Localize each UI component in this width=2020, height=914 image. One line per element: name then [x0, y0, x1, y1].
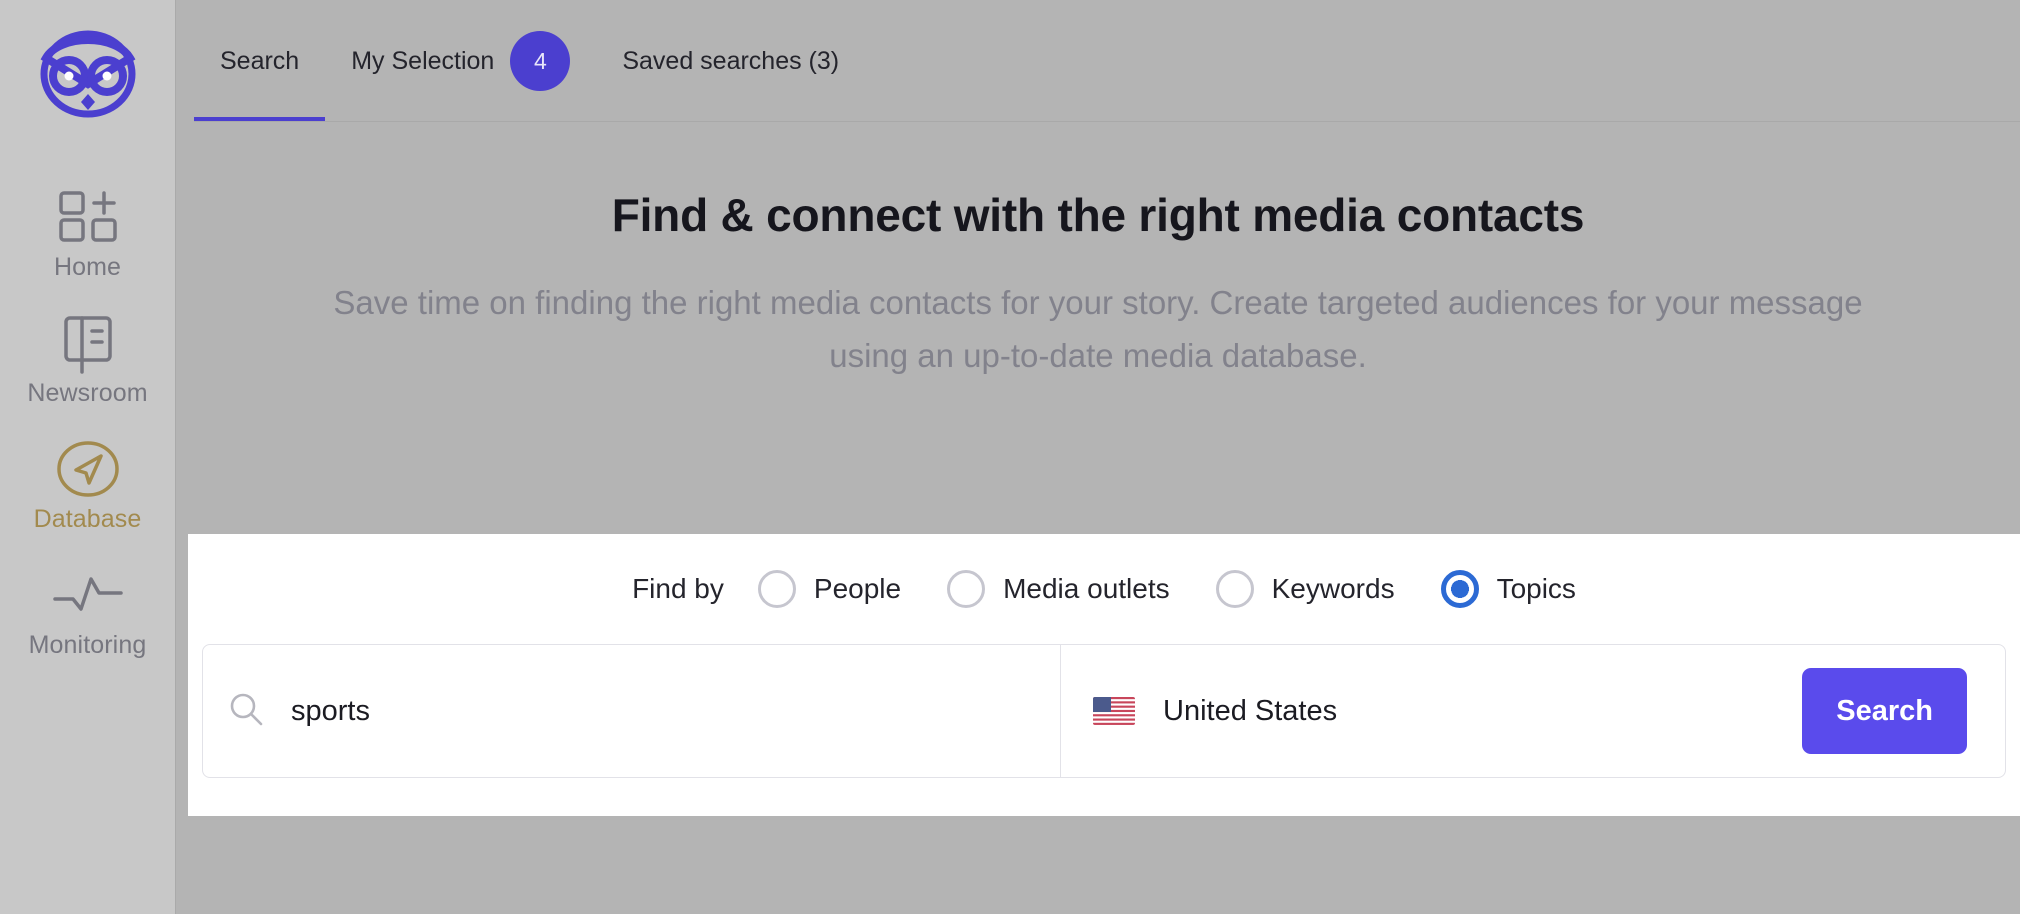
tab-label: Search	[220, 47, 299, 76]
tab-label: Saved searches (3)	[622, 47, 839, 76]
sidebar-item-label: Newsroom	[27, 378, 147, 408]
country-value: United States	[1163, 695, 1337, 728]
sidebar-item-label: Monitoring	[29, 630, 147, 660]
flag-us-icon	[1093, 697, 1135, 725]
tab-label: My Selection	[351, 47, 494, 76]
sidebar: Home Newsroom Datab	[0, 0, 176, 914]
radio-label: Topics	[1497, 573, 1576, 605]
sidebar-item-home[interactable]: Home	[0, 174, 176, 300]
search-action: Search	[1802, 645, 2005, 777]
search-panel: Find by People Media outlets Keywords To…	[188, 534, 2020, 816]
find-by-row: Find by People Media outlets Keywords To…	[188, 534, 2020, 644]
tab-search[interactable]: Search	[194, 0, 325, 122]
owl-logo-icon[interactable]	[36, 18, 140, 122]
tab-bar-divider	[194, 121, 2020, 122]
status-badge: 4	[510, 31, 570, 91]
sidebar-item-label: Home	[54, 252, 121, 282]
radio-circle-selected-icon	[1441, 570, 1479, 608]
radio-option-topics[interactable]: Topics	[1441, 570, 1576, 608]
search-input-value: sports	[291, 695, 370, 728]
tab-bar: Search My Selection 4 Saved searches (3)	[176, 0, 2020, 122]
radio-circle-icon	[758, 570, 796, 608]
sidebar-item-database[interactable]: Database	[0, 426, 176, 552]
paper-plane-circle-icon	[55, 440, 121, 498]
sidebar-item-label: Database	[34, 504, 142, 534]
radio-circle-icon	[1216, 570, 1254, 608]
radio-label: People	[814, 573, 901, 605]
find-by-label: Find by	[632, 573, 724, 605]
pulse-wave-icon	[51, 566, 125, 624]
search-bar: sports	[202, 644, 2006, 778]
search-input[interactable]: sports	[203, 645, 1061, 777]
search-icon	[227, 690, 265, 733]
radio-label: Keywords	[1272, 573, 1395, 605]
country-selector[interactable]: United States	[1061, 645, 1802, 777]
page-title: Find & connect with the right media cont…	[176, 188, 2020, 242]
page-subtitle: Save time on finding the right media con…	[298, 276, 1898, 382]
sidebar-item-newsroom[interactable]: Newsroom	[0, 300, 176, 426]
sidebar-item-monitoring[interactable]: Monitoring	[0, 552, 176, 678]
radio-option-keywords[interactable]: Keywords	[1216, 570, 1395, 608]
tab-my-selection[interactable]: My Selection 4	[325, 0, 596, 122]
radio-option-media-outlets[interactable]: Media outlets	[947, 570, 1170, 608]
radio-label: Media outlets	[1003, 573, 1170, 605]
radio-option-people[interactable]: People	[758, 570, 901, 608]
main-content: Search My Selection 4 Saved searches (3)…	[176, 0, 2020, 914]
app-root: Home Newsroom Datab	[0, 0, 2020, 914]
search-button[interactable]: Search	[1802, 668, 1967, 754]
grid-plus-icon	[57, 188, 119, 246]
radio-circle-icon	[947, 570, 985, 608]
tab-saved-searches[interactable]: Saved searches (3)	[596, 0, 865, 122]
book-icon	[58, 314, 118, 372]
hero-section: Find & connect with the right media cont…	[176, 122, 2020, 382]
